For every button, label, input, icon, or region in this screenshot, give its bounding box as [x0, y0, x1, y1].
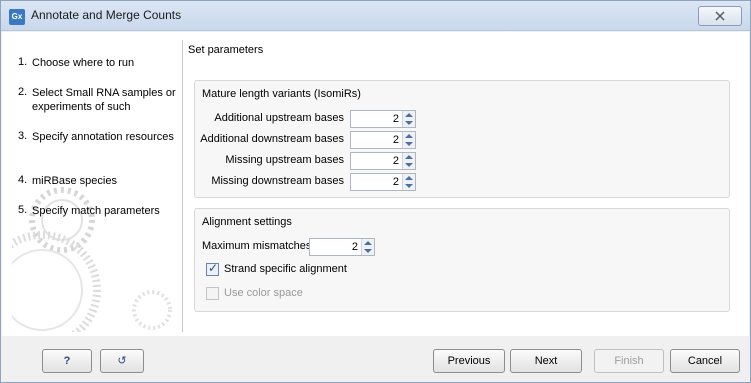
- next-button[interactable]: Next: [510, 349, 582, 373]
- max-mismatches-label: Maximum mismatches: [202, 240, 312, 252]
- checkmark-icon: ✓: [208, 261, 219, 275]
- additional-upstream-label: Additional upstream bases: [214, 112, 344, 124]
- step-number: 3.: [18, 130, 28, 142]
- color-space-checkbox[interactable]: [206, 287, 219, 300]
- missing-upstream-label: Missing upstream bases: [225, 154, 344, 166]
- reset-icon: ↺: [117, 355, 127, 367]
- sidebar-divider: [182, 40, 183, 332]
- spinner-arrows[interactable]: [402, 111, 415, 127]
- additional-downstream-spinner[interactable]: 2: [350, 131, 416, 149]
- help-label: ?: [63, 355, 71, 367]
- spinner-value: 2: [392, 176, 399, 188]
- step-label: Specify match parameters: [32, 205, 160, 217]
- missing-downstream-label: Missing downstream bases: [211, 175, 344, 187]
- reset-button[interactable]: ↺: [100, 349, 144, 373]
- down-arrow-icon[interactable]: [405, 163, 413, 167]
- section-title: Set parameters: [188, 44, 264, 56]
- step-label: miRBase species: [32, 175, 117, 187]
- finish-button[interactable]: Finish: [594, 349, 664, 373]
- step-number: 2.: [18, 86, 28, 98]
- window-title: Annotate and Merge Counts: [31, 8, 182, 22]
- dialog-body: 1. Choose where to run 2. Select Small R…: [2, 32, 749, 336]
- step-number: 1.: [18, 56, 28, 68]
- spinner-value: 2: [392, 134, 399, 146]
- spinner-arrows[interactable]: [402, 153, 415, 169]
- down-arrow-icon[interactable]: [405, 121, 413, 125]
- dialog-window: Gx Annotate and Merge Counts 1. Choose w…: [0, 0, 751, 383]
- dialog-footer: ? ↺ Previous Next Finish Cancel: [2, 336, 749, 382]
- max-mismatches-spinner[interactable]: 2: [309, 238, 375, 256]
- down-arrow-icon[interactable]: [405, 142, 413, 146]
- title-bar: Gx Annotate and Merge Counts: [1, 1, 750, 31]
- up-arrow-icon[interactable]: [405, 176, 413, 180]
- additional-upstream-spinner[interactable]: 2: [350, 110, 416, 128]
- step-number: 4.: [18, 174, 28, 186]
- previous-button[interactable]: Previous: [433, 349, 505, 373]
- spinner-value: 2: [392, 113, 399, 125]
- step-number: 5.: [18, 204, 28, 216]
- additional-downstream-label: Additional downstream bases: [200, 133, 344, 145]
- strand-specific-label[interactable]: Strand specific alignment: [224, 263, 347, 275]
- spinner-arrows[interactable]: [361, 239, 374, 255]
- alignment-group: Alignment settings Maximum mismatches 2 …: [194, 208, 730, 312]
- help-button[interactable]: ?: [42, 349, 92, 373]
- wizard-steps-sidebar: 1. Choose where to run 2. Select Small R…: [12, 40, 178, 332]
- close-button[interactable]: [698, 6, 742, 26]
- strand-specific-checkbox[interactable]: ✓: [206, 261, 219, 276]
- up-arrow-icon[interactable]: [405, 134, 413, 138]
- up-arrow-icon[interactable]: [405, 113, 413, 117]
- alignment-group-title: Alignment settings: [202, 216, 292, 228]
- step-label: Select Small RNA samples or experiments …: [32, 87, 176, 113]
- parameters-panel: Set parameters Mature length variants (I…: [188, 40, 742, 332]
- color-space-label[interactable]: Use color space: [224, 287, 303, 299]
- spinner-value: 2: [392, 155, 399, 167]
- spinner-arrows[interactable]: [402, 174, 415, 190]
- step-label: Choose where to run: [32, 57, 135, 69]
- app-icon: Gx: [9, 9, 25, 25]
- spinner-value: 2: [351, 241, 358, 253]
- close-icon: [715, 11, 725, 21]
- missing-upstream-spinner[interactable]: 2: [350, 152, 416, 170]
- up-arrow-icon[interactable]: [405, 155, 413, 159]
- down-arrow-icon[interactable]: [364, 249, 372, 253]
- isomirs-group: Mature length variants (IsomiRs) Additio…: [194, 80, 730, 198]
- spinner-arrows[interactable]: [402, 132, 415, 148]
- missing-downstream-spinner[interactable]: 2: [350, 173, 416, 191]
- isomirs-group-title: Mature length variants (IsomiRs): [202, 88, 361, 100]
- down-arrow-icon[interactable]: [405, 184, 413, 188]
- cancel-button[interactable]: Cancel: [670, 349, 740, 373]
- up-arrow-icon[interactable]: [364, 241, 372, 245]
- step-label: Specify annotation resources: [32, 131, 174, 143]
